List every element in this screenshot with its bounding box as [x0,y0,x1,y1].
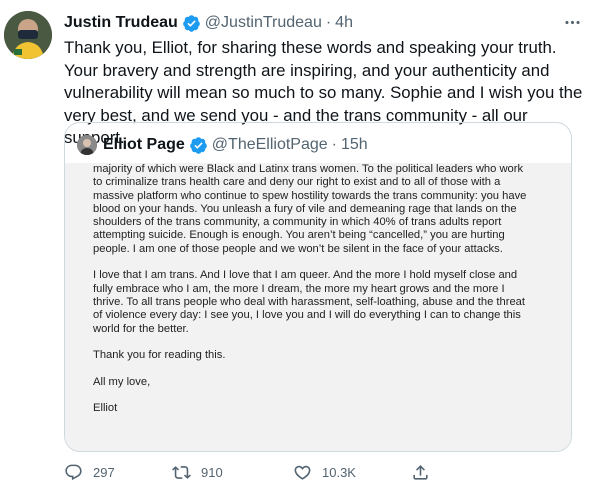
letter-line: I love that I am trans. And I love that … [93,269,518,282]
retweet-icon [172,465,191,479]
tweet-timestamp[interactable]: 4h [335,14,353,32]
letter-line: attempting suicide. Enough is enough. Yo… [93,229,505,242]
author-handle[interactable]: @JustinTrudeau [205,14,322,32]
quoted-tweet[interactable]: Elliot Page @TheElliotPage · 15h majorit… [64,122,572,452]
letter-line: to criminalize trans health care and den… [93,176,501,189]
tweet[interactable]: Justin Trudeau @JustinTrudeau · 4h Thank… [0,0,591,498]
quoted-author-name: Elliot Page [103,136,185,153]
author-name[interactable]: Justin Trudeau [64,14,178,32]
separator-dot: · [325,14,332,31]
like-count: 10.3K [322,464,356,480]
letter-line: fully embrace who I am, the more I dream… [93,282,505,295]
retweet-count: 910 [201,464,223,480]
quoted-timestamp: 15h [340,136,368,153]
author-avatar[interactable] [4,11,52,59]
letter-line: world for the better. [93,322,189,335]
tweet-actions: 297 910 10.3K [64,461,524,483]
more-icon[interactable] [559,11,585,33]
share-button[interactable] [411,463,430,482]
letter-line: shoulders of the trans community, a comm… [93,216,502,229]
quoted-tweet-header: Elliot Page @TheElliotPage · 15h [77,134,368,156]
like-icon [294,465,311,480]
letter-signature: Elliot [93,402,118,415]
letter-line: of violence every day: I see you, I love… [93,309,521,322]
quoted-author-handle: @TheElliotPage [211,136,328,153]
like-button[interactable]: 10.3K [293,463,356,482]
letter-text: majority of which were Black and Latinx … [93,163,553,416]
letter-closing: All my love, [93,375,151,388]
reply-button[interactable]: 297 [64,463,115,482]
letter-thanks: Thank you for reading this. [93,349,226,362]
reply-icon [65,464,82,480]
separator-dot: · [331,136,337,153]
letter-line: majority of which were Black and Latinx … [93,163,524,175]
retweet-button[interactable]: 910 [172,463,223,482]
verified-badge-icon [189,136,208,155]
reply-count: 297 [93,464,115,480]
letter-line: thrive. To all trans people who deal wit… [93,295,526,308]
letter-line: blood on your hands. You unleash a fury … [93,202,517,215]
tweet-header: Justin Trudeau @JustinTrudeau · 4h [64,12,551,34]
quoted-letter-image[interactable]: majority of which were Black and Latinx … [65,163,571,451]
verified-badge-icon [182,14,201,33]
letter-line: people. I am one of those people and we … [93,242,503,255]
letter-line: massive platform who continue to spew ho… [93,189,527,202]
share-icon [413,464,428,480]
quoted-author-avatar [77,135,97,155]
